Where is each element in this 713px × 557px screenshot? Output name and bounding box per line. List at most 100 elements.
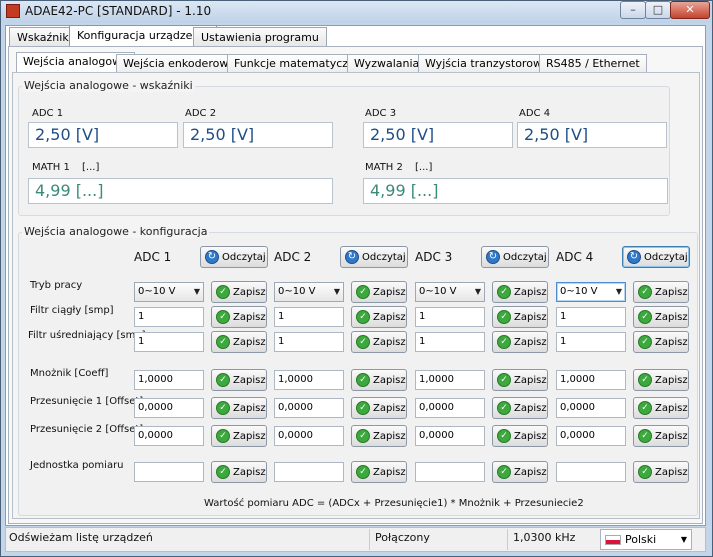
read-button-adc3[interactable]: ↻ Odczytaj bbox=[481, 246, 549, 268]
save-button-offset2-adc3[interactable]: ✓ Zapisz bbox=[492, 425, 548, 447]
math1-unit: [...] bbox=[82, 162, 100, 173]
channel-header-adc2: ADC 2 bbox=[274, 250, 312, 264]
checkmark-icon: ✓ bbox=[216, 335, 230, 349]
read-button-adc1[interactable]: ↻ Odczytaj bbox=[200, 246, 268, 268]
save-button-unit-adc4[interactable]: ✓ Zapisz bbox=[633, 461, 689, 483]
save-button-offset1-adc3[interactable]: ✓ Zapisz bbox=[492, 397, 548, 419]
filter-avg-input-adc3[interactable]: 1 bbox=[415, 332, 485, 352]
offset2-input-adc4[interactable]: 0,0000 bbox=[556, 426, 626, 446]
offset2-input-adc2[interactable]: 0,0000 bbox=[274, 426, 344, 446]
save-button-label: Zapisz bbox=[514, 311, 547, 323]
save-button-label: Zapisz bbox=[233, 286, 266, 298]
read-button-adc4[interactable]: ↻ Odczytaj bbox=[622, 246, 690, 268]
save-button-filter-cont-adc4[interactable]: ✓ Zapisz bbox=[633, 306, 689, 328]
subtab-transistor-outputs[interactable]: Wyjścia tranzystorowe bbox=[418, 54, 556, 73]
save-button-mode-adc4[interactable]: ✓ Zapisz bbox=[633, 281, 689, 303]
offset1-input-adc4[interactable]: 0,0000 bbox=[556, 398, 626, 418]
read-button-adc2[interactable]: ↻ Odczytaj bbox=[340, 246, 408, 268]
save-button-filter-cont-adc1[interactable]: ✓ Zapisz bbox=[211, 306, 267, 328]
close-button[interactable]: ✕ bbox=[670, 1, 710, 19]
filter-avg-input-adc2[interactable]: 1 bbox=[274, 332, 344, 352]
chevron-down-icon: ▼ bbox=[193, 287, 200, 296]
save-button-offset1-adc4[interactable]: ✓ Zapisz bbox=[633, 397, 689, 419]
unit-input-adc2[interactable] bbox=[274, 462, 344, 482]
save-button-unit-adc3[interactable]: ✓ Zapisz bbox=[492, 461, 548, 483]
connection-status: Połączony bbox=[375, 531, 430, 544]
save-button-filter-avg-adc1[interactable]: ✓ Zapisz bbox=[211, 331, 267, 353]
save-button-offset2-adc4[interactable]: ✓ Zapisz bbox=[633, 425, 689, 447]
checkmark-icon: ✓ bbox=[356, 465, 370, 479]
adc1-indicator-label: ADC 1 bbox=[32, 108, 64, 119]
save-button-unit-adc2[interactable]: ✓ Zapisz bbox=[351, 461, 407, 483]
save-button-label: Zapisz bbox=[514, 374, 547, 386]
adc3-value: 2,50 [V] bbox=[363, 122, 513, 148]
offset2-input-adc1[interactable]: 0,0000 bbox=[134, 426, 204, 446]
checkmark-icon: ✓ bbox=[497, 429, 511, 443]
save-button-multiplier-adc3[interactable]: ✓ Zapisz bbox=[492, 369, 548, 391]
adc3-indicator-label: ADC 3 bbox=[365, 108, 397, 119]
multiplier-input-adc3[interactable]: 1,0000 bbox=[415, 370, 485, 390]
save-button-label: Zapisz bbox=[514, 466, 547, 478]
maximize-button[interactable]: □ bbox=[645, 1, 671, 19]
tab-ustawienia[interactable]: Ustawienia programu bbox=[193, 27, 327, 47]
save-button-multiplier-adc1[interactable]: ✓ Zapisz bbox=[211, 369, 267, 391]
mode-select-adc2[interactable]: 0~10 V ▼ bbox=[274, 282, 344, 302]
save-button-label: Zapisz bbox=[655, 430, 688, 442]
filter-cont-input-adc1[interactable]: 1 bbox=[134, 307, 204, 327]
checkmark-icon: ✓ bbox=[497, 401, 511, 415]
mode-select-adc3[interactable]: 0~10 V ▼ bbox=[415, 282, 485, 302]
filter-cont-input-adc2[interactable]: 1 bbox=[274, 307, 344, 327]
save-button-label: Zapisz bbox=[655, 336, 688, 348]
unit-input-adc3[interactable] bbox=[415, 462, 485, 482]
status-message: Odświeżam listę urządzeń bbox=[9, 531, 153, 544]
mode-select-adc1[interactable]: 0~10 V ▼ bbox=[134, 282, 204, 302]
checkmark-icon: ✓ bbox=[497, 285, 511, 299]
offset1-input-adc1[interactable]: 0,0000 bbox=[134, 398, 204, 418]
language-select[interactable]: Polski ▼ bbox=[600, 529, 692, 550]
checkmark-icon: ✓ bbox=[356, 401, 370, 415]
save-button-offset1-adc2[interactable]: ✓ Zapisz bbox=[351, 397, 407, 419]
mode-select-adc4[interactable]: 0~10 V ▼ bbox=[556, 282, 626, 302]
subtab-encoder-inputs[interactable]: Wejścia enkoderowe bbox=[116, 54, 243, 73]
save-button-mode-adc2[interactable]: ✓ Zapisz bbox=[351, 281, 407, 303]
save-button-filter-avg-adc4[interactable]: ✓ Zapisz bbox=[633, 331, 689, 353]
save-button-offset2-adc1[interactable]: ✓ Zapisz bbox=[211, 425, 267, 447]
chevron-down-icon: ▼ bbox=[615, 287, 622, 296]
save-button-filter-cont-adc2[interactable]: ✓ Zapisz bbox=[351, 306, 407, 328]
flag-pl-icon bbox=[605, 535, 621, 545]
subtab-rs485-ethernet[interactable]: RS485 / Ethernet bbox=[539, 54, 647, 73]
save-button-filter-cont-adc3[interactable]: ✓ Zapisz bbox=[492, 306, 548, 328]
save-button-label: Zapisz bbox=[514, 402, 547, 414]
offset1-input-adc3[interactable]: 0,0000 bbox=[415, 398, 485, 418]
unit-input-adc4[interactable] bbox=[556, 462, 626, 482]
save-button-filter-avg-adc3[interactable]: ✓ Zapisz bbox=[492, 331, 548, 353]
save-button-filter-avg-adc2[interactable]: ✓ Zapisz bbox=[351, 331, 407, 353]
multiplier-input-adc2[interactable]: 1,0000 bbox=[274, 370, 344, 390]
formula-text: Wartość pomiaru ADC = (ADCx + Przesunięc… bbox=[204, 498, 584, 509]
multiplier-input-adc4[interactable]: 1,0000 bbox=[556, 370, 626, 390]
save-button-multiplier-adc4[interactable]: ✓ Zapisz bbox=[633, 369, 689, 391]
checkmark-icon: ✓ bbox=[216, 285, 230, 299]
save-button-label: Zapisz bbox=[233, 311, 266, 323]
offset1-input-adc2[interactable]: 0,0000 bbox=[274, 398, 344, 418]
checkmark-icon: ✓ bbox=[216, 401, 230, 415]
filter-cont-input-adc3[interactable]: 1 bbox=[415, 307, 485, 327]
multiplier-input-adc1[interactable]: 1,0000 bbox=[134, 370, 204, 390]
save-button-mode-adc1[interactable]: ✓ Zapisz bbox=[211, 281, 267, 303]
row-label-mode: Tryb pracy bbox=[30, 280, 83, 291]
row-label-filter-avg: Filtr uśredniający [smp] bbox=[28, 330, 146, 341]
save-button-mode-adc3[interactable]: ✓ Zapisz bbox=[492, 281, 548, 303]
save-button-multiplier-adc2[interactable]: ✓ Zapisz bbox=[351, 369, 407, 391]
filter-cont-input-adc4[interactable]: 1 bbox=[556, 307, 626, 327]
checkmark-icon: ✓ bbox=[216, 373, 230, 387]
save-button-unit-adc1[interactable]: ✓ Zapisz bbox=[211, 461, 267, 483]
save-button-offset1-adc1[interactable]: ✓ Zapisz bbox=[211, 397, 267, 419]
offset2-input-adc3[interactable]: 0,0000 bbox=[415, 426, 485, 446]
minimize-button[interactable]: – bbox=[620, 1, 646, 19]
filter-avg-input-adc4[interactable]: 1 bbox=[556, 332, 626, 352]
subtab-triggers[interactable]: Wyzwalania bbox=[347, 54, 427, 73]
save-button-offset2-adc2[interactable]: ✓ Zapisz bbox=[351, 425, 407, 447]
save-button-label: Zapisz bbox=[373, 466, 406, 478]
unit-input-adc1[interactable] bbox=[134, 462, 204, 482]
filter-avg-input-adc1[interactable]: 1 bbox=[134, 332, 204, 352]
